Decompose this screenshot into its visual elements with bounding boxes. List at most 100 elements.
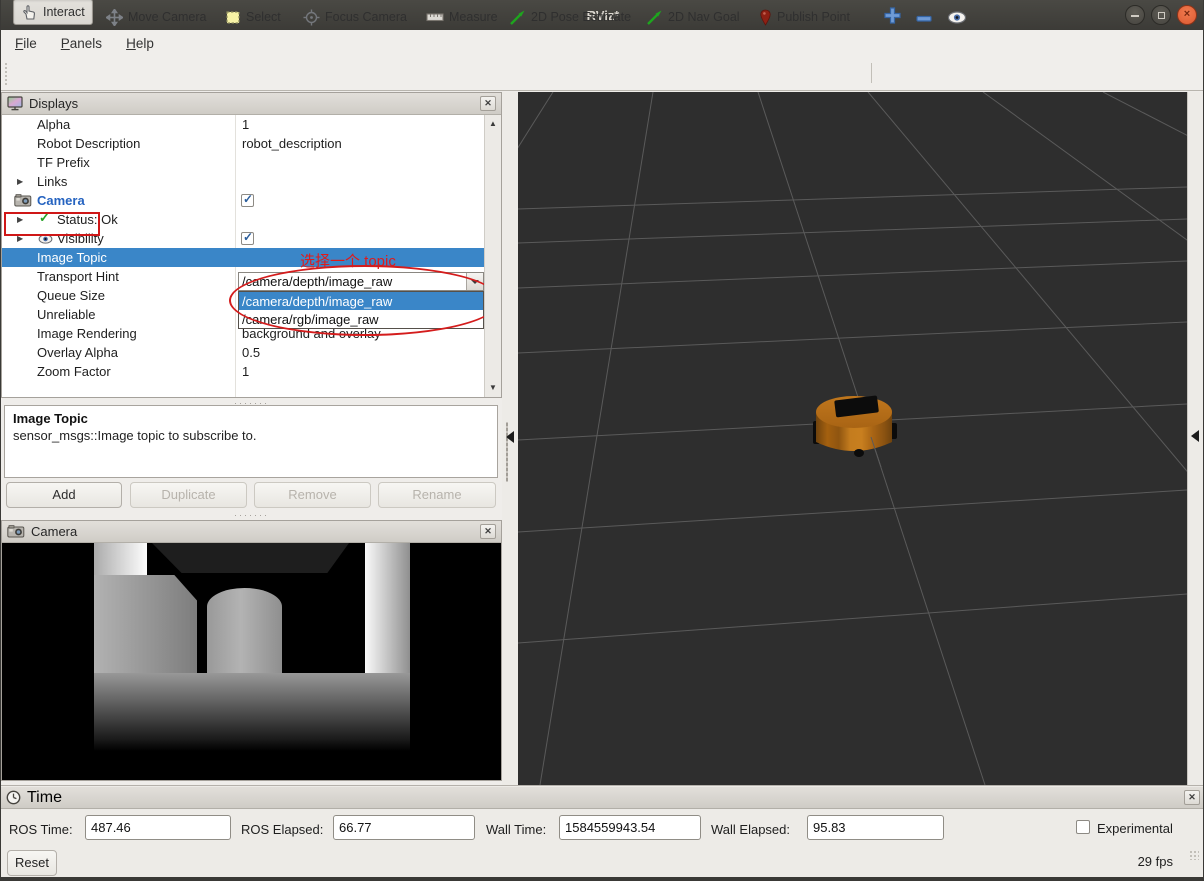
tool-label: 2D Nav Goal [668,10,740,24]
camera-enabled-checkbox[interactable] [241,194,254,207]
resize-grip[interactable] [1189,850,1199,860]
expander-icon[interactable] [17,234,23,243]
tree-row-robot-description[interactable]: Robot Description robot_description [2,134,484,153]
tree-row-visibility[interactable]: Visibility [2,229,484,248]
grid-and-robot [518,92,1187,785]
tree-row-camera[interactable]: Camera [2,191,484,210]
tree-row-tf-prefix[interactable]: TF Prefix [2,153,484,172]
time-panel-title: Time [27,789,62,807]
tool-zoom-in[interactable] [883,2,902,28]
displays-close-button[interactable] [480,96,496,111]
menu-panels[interactable]: Panels [51,32,112,55]
eye-icon [947,11,967,24]
tool-visibility[interactable] [947,4,967,30]
row-label: Queue Size [37,288,105,303]
ros-time-input[interactable]: 487.46 [85,815,231,840]
wall-elapsed-input[interactable]: 95.83 [807,815,944,840]
splitter-handle[interactable] [1,510,502,520]
close-button[interactable]: × [1177,5,1197,25]
collapse-right-arrow-icon[interactable] [1191,430,1199,442]
status-ok-icon [39,210,50,226]
tree-row-image-topic[interactable]: Image Topic [2,248,484,267]
tree-row-links[interactable]: Links [2,172,484,191]
tree-scrollbar[interactable] [484,115,501,397]
toolbar-drag-handle[interactable] [4,62,8,86]
row-value[interactable]: robot_description [242,136,342,151]
displays-panel-title: Displays [29,96,78,111]
tree-row-status[interactable]: Status: Ok [2,210,484,229]
wall-elapsed-label: Wall Elapsed: [711,822,790,837]
expander-icon[interactable] [17,215,23,224]
time-panel-header[interactable]: Time [1,787,1204,809]
maximize-icon [1158,12,1165,19]
experimental-label: Experimental [1097,821,1173,836]
row-label: Image Rendering [37,326,137,341]
camera-close-button[interactable] [480,524,496,539]
eye-icon [38,234,53,244]
row-value[interactable]: 1 [242,117,249,132]
tree-row-overlay-alpha[interactable]: Overlay Alpha 0.5 [2,343,484,362]
depth-bright-box [94,543,147,575]
row-value[interactable]: 0.5 [242,345,260,360]
displays-tree: Alpha 1 Robot Description robot_descript… [2,115,484,397]
time-panel: Time ROS Time: 487.46 ROS Elapsed: 66.77… [1,785,1204,877]
remove-button[interactable]: Remove [254,482,371,508]
image-topic-combobox[interactable]: /camera/depth/image_raw [238,272,484,291]
minimize-icon [1131,15,1139,17]
tool-zoom-out[interactable] [915,6,933,32]
time-close-button[interactable] [1184,790,1200,805]
tool-2d-nav-goal[interactable]: 2D Nav Goal [646,4,740,30]
displays-panel-header[interactable]: Displays [2,93,501,115]
menu-help[interactable]: Help [116,32,164,55]
row-label: Unreliable [37,307,96,322]
expander-icon[interactable] [17,177,23,186]
robot-caster [854,449,864,457]
rename-button[interactable]: Rename [378,482,496,508]
visibility-checkbox[interactable] [241,232,254,245]
tool-label: Select [246,10,281,24]
displays-panel: Displays Alpha 1 Robot Description robot… [1,92,502,398]
tool-move-camera[interactable]: Move Camera [106,4,207,30]
monitor-icon [7,96,23,111]
maximize-button[interactable] [1151,5,1171,25]
row-label: Overlay Alpha [37,345,118,360]
tool-select[interactable]: Select [225,4,281,30]
green-arrow-icon [646,9,663,26]
ros-elapsed-label: ROS Elapsed: [241,822,323,837]
combobox-dropdown-button[interactable] [466,273,483,290]
row-label: Camera [37,193,85,208]
row-label: Links [37,174,67,189]
dropdown-option-rgb[interactable]: /camera/rgb/image_raw [239,310,483,328]
tool-publish-point[interactable]: Publish Point [759,4,850,30]
annotation-topic-hint: 选择一个 topic [300,250,396,271]
tool-interact[interactable]: Interact [13,0,93,25]
wall-time-input[interactable]: 1584559943.54 [559,815,701,840]
tool-2d-pose-estimate[interactable]: 2D Pose Estimate [509,4,631,30]
row-value[interactable]: 1 [242,364,249,379]
camera-panel-header[interactable]: Camera [2,521,501,543]
ros-elapsed-input[interactable]: 66.77 [333,815,475,840]
duplicate-button[interactable]: Duplicate [130,482,247,508]
scroll-up-icon[interactable] [485,116,501,132]
render-viewport-3d[interactable] [518,92,1187,785]
green-arrow-icon [509,9,526,26]
minimize-button[interactable] [1125,5,1145,25]
depth-right-column [365,543,410,673]
tool-label: Focus Camera [325,10,407,24]
dropdown-option-depth[interactable]: /camera/depth/image_raw [239,292,483,310]
collapse-left-arrow-icon[interactable] [506,431,514,443]
focus-crosshair-icon [303,9,320,26]
add-button[interactable]: Add [6,482,122,508]
map-pin-icon [759,9,772,26]
plus-icon [883,6,902,25]
tree-row-zoom-factor[interactable]: Zoom Factor 1 [2,362,484,381]
reset-button[interactable]: Reset [7,850,57,876]
tree-row-alpha[interactable]: Alpha 1 [2,115,484,134]
menu-file[interactable]: File [5,32,47,55]
camera-icon [7,525,25,538]
camera-depth-image [2,543,501,780]
tool-focus-camera[interactable]: Focus Camera [303,4,407,30]
experimental-checkbox[interactable] [1076,820,1090,834]
scroll-down-icon[interactable] [485,380,501,396]
tool-measure[interactable]: Measure [426,4,498,30]
